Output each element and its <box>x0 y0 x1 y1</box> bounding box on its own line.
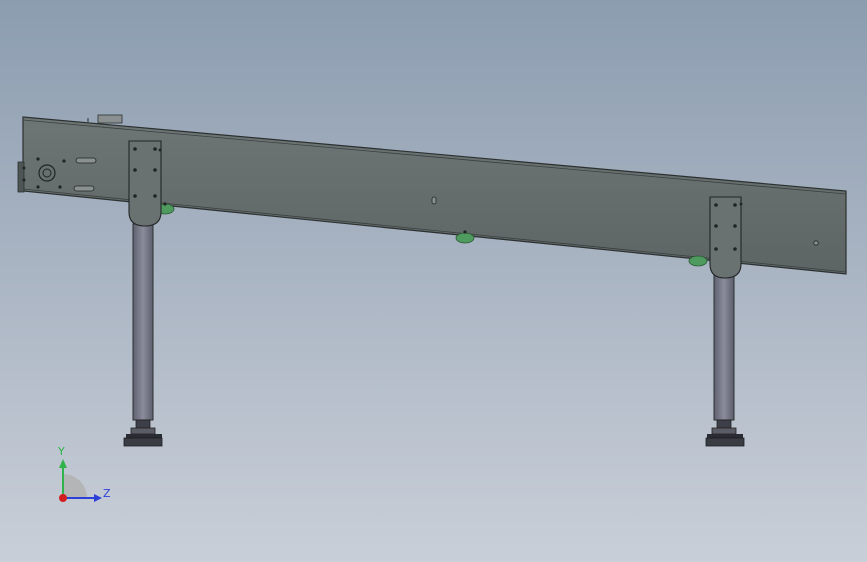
y-axis-label: Y <box>57 445 65 458</box>
top-bracket <box>87 114 123 124</box>
conveyor-model-view[interactable]: Y Z <box>0 0 867 562</box>
coordinate-triad: Y Z <box>57 445 111 502</box>
support-leg-left[interactable] <box>123 140 163 447</box>
origin-marker <box>59 494 67 502</box>
3d-viewport[interactable]: Y Z <box>0 0 867 562</box>
z-axis-label: Z <box>103 487 111 500</box>
support-leg-right[interactable] <box>705 196 745 447</box>
